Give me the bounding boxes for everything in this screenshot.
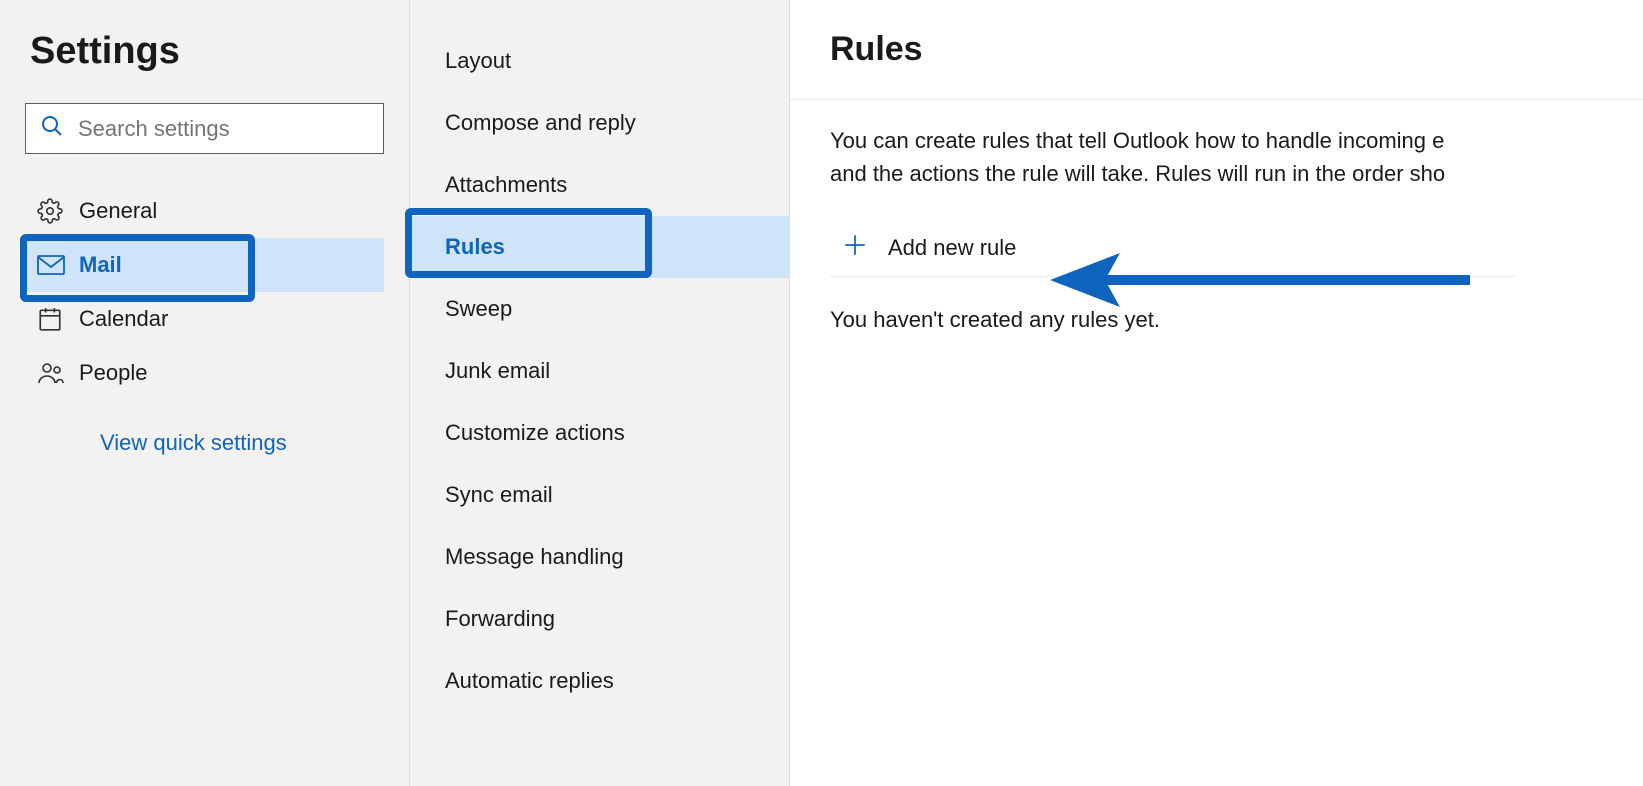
subnav-item-layout[interactable]: Layout — [410, 30, 789, 92]
gear-icon — [37, 198, 79, 224]
search-input[interactable] — [78, 116, 369, 142]
annotation-highlight-rules — [405, 208, 652, 278]
plus-icon — [842, 232, 868, 264]
calendar-icon — [37, 306, 79, 332]
subnav-item-automatic-replies[interactable]: Automatic replies — [410, 650, 789, 712]
subnav-item-sweep[interactable]: Sweep — [410, 278, 789, 340]
sidebar-item-label: General — [79, 198, 157, 224]
rules-empty-state: You haven't created any rules yet. — [830, 307, 1643, 333]
add-new-rule-label: Add new rule — [888, 235, 1016, 261]
settings-sidebar: Settings General Mail — [0, 0, 410, 786]
rules-content-panel: Rules You can create rules that tell Out… — [790, 0, 1643, 786]
subnav-item-junk-email[interactable]: Junk email — [410, 340, 789, 402]
rules-description: You can create rules that tell Outlook h… — [830, 124, 1643, 190]
people-icon — [37, 360, 79, 386]
subnav-item-customize-actions[interactable]: Customize actions — [410, 402, 789, 464]
sidebar-item-mail[interactable]: Mail — [25, 238, 384, 292]
page-title: Settings — [25, 30, 384, 73]
search-settings-field[interactable] — [25, 103, 384, 154]
mail-icon — [37, 254, 79, 276]
subnav-item-rules[interactable]: Rules — [410, 216, 789, 278]
subnav-item-label: Rules — [445, 234, 505, 259]
subnav-item-attachments[interactable]: Attachments — [410, 154, 789, 216]
settings-subnav: Layout Compose and reply Attachments Rul… — [410, 0, 790, 786]
sidebar-item-label: Mail — [79, 252, 122, 278]
sidebar-item-people[interactable]: People — [25, 346, 384, 400]
sidebar-item-label: Calendar — [79, 306, 168, 332]
subnav-item-compose-reply[interactable]: Compose and reply — [410, 92, 789, 154]
content-title: Rules — [830, 30, 1643, 69]
sidebar-item-general[interactable]: General — [25, 184, 384, 238]
search-icon — [40, 114, 78, 143]
subnav-item-message-handling[interactable]: Message handling — [410, 526, 789, 588]
divider — [790, 99, 1643, 100]
subnav-item-sync-email[interactable]: Sync email — [410, 464, 789, 526]
add-new-rule-button[interactable]: Add new rule — [830, 220, 1515, 277]
sidebar-item-calendar[interactable]: Calendar — [25, 292, 384, 346]
subnav-item-forwarding[interactable]: Forwarding — [410, 588, 789, 650]
sidebar-item-label: People — [79, 360, 148, 386]
view-quick-settings-link[interactable]: View quick settings — [25, 400, 384, 470]
